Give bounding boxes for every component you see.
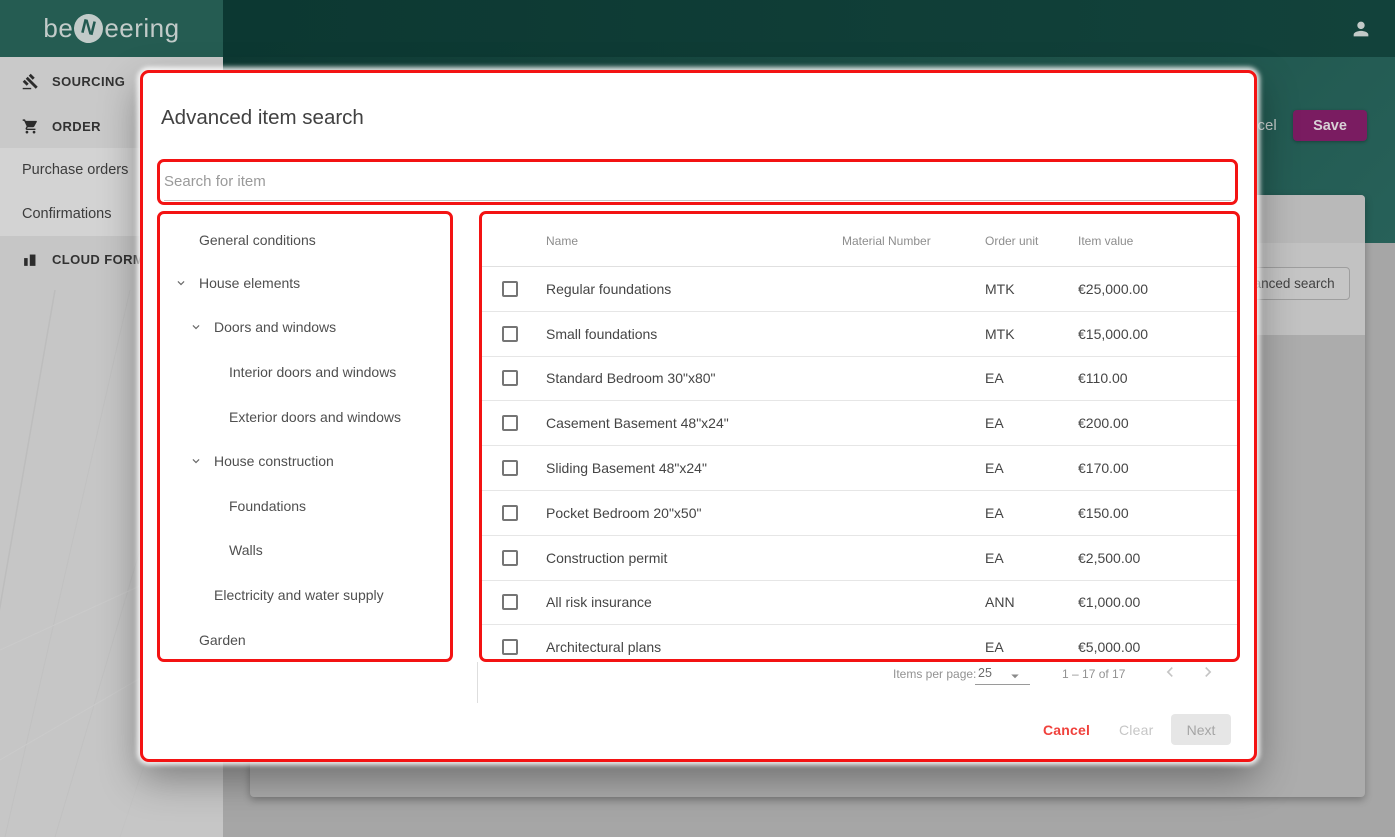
- search-input[interactable]: [164, 162, 1231, 201]
- dialog-title: Advanced item search: [161, 106, 364, 129]
- row-checkbox[interactable]: [502, 549, 518, 566]
- cancel-button[interactable]: Cancel: [1043, 722, 1090, 738]
- gavel-icon: [22, 73, 39, 90]
- sidebar-item-label: CLOUD FORMS: [52, 251, 154, 267]
- items-per-page-select[interactable]: 25: [978, 666, 992, 680]
- row-checkbox[interactable]: [502, 460, 518, 477]
- table-row[interactable]: Regular foundations MTK €25,000.00: [482, 267, 1237, 312]
- row-checkbox[interactable]: [502, 280, 518, 297]
- column-header-material-number: Material Number: [842, 234, 931, 248]
- chevron-down-icon[interactable]: [174, 276, 188, 290]
- save-button-label: Save: [1313, 117, 1347, 134]
- column-header-name: Name: [546, 234, 579, 248]
- tree-item-walls[interactable]: Walls: [160, 540, 450, 560]
- sidebar-item-purchase-orders[interactable]: Purchase orders: [22, 160, 128, 180]
- table-row[interactable]: Casement Basement 48"x24" EA €200.00: [482, 401, 1237, 447]
- tree-item-general-conditions[interactable]: General conditions: [160, 230, 450, 250]
- row-checkbox[interactable]: [502, 639, 518, 656]
- top-header-bar: be N eering: [0, 0, 1395, 57]
- app-root: be N eering SOURCING ORDER Purchase orde…: [0, 0, 1395, 837]
- save-button[interactable]: Save: [1293, 110, 1367, 141]
- advanced-item-search-dialog: Advanced item search General conditions …: [140, 70, 1257, 762]
- column-header-item-value: Item value: [1078, 234, 1134, 248]
- category-tree: General conditions House elements Doors …: [157, 211, 453, 662]
- logo-text-prefix: be: [43, 13, 74, 43]
- items-table: Name Material Number Order unit Item val…: [479, 211, 1240, 662]
- user-avatar-icon[interactable]: [1350, 18, 1372, 40]
- row-checkbox[interactable]: [502, 370, 518, 387]
- row-checkbox[interactable]: [502, 415, 518, 432]
- tree-item-electricity-water[interactable]: Electricity and water supply: [160, 585, 450, 605]
- sidebar-item-label: SOURCING: [52, 73, 126, 89]
- row-checkbox[interactable]: [502, 325, 518, 342]
- clear-button[interactable]: Clear: [1119, 722, 1153, 738]
- table-row[interactable]: Sliding Basement 48"x24" EA €170.00: [482, 446, 1237, 491]
- logo-block: be N eering: [0, 0, 223, 57]
- table-row[interactable]: All risk insurance ANN €1,000.00: [482, 581, 1237, 626]
- item-search-box: [157, 159, 1238, 205]
- next-button[interactable]: Next: [1171, 714, 1231, 745]
- cart-icon: [22, 118, 39, 135]
- logo-text-suffix: eering: [104, 13, 180, 43]
- tree-item-house-construction[interactable]: House construction: [160, 451, 450, 471]
- table-row[interactable]: Standard Bedroom 30"x80" EA €110.00: [482, 357, 1237, 402]
- items-per-page-label: Items per page:: [893, 667, 977, 681]
- panel-divider: [477, 662, 478, 703]
- next-button-label: Next: [1186, 721, 1216, 738]
- tree-item-interior-doors[interactable]: Interior doors and windows: [160, 362, 450, 382]
- tree-item-garden[interactable]: Garden: [160, 630, 450, 650]
- tree-item-doors-and-windows[interactable]: Doors and windows: [160, 317, 450, 337]
- logo-n-badge: N: [71, 10, 107, 47]
- sidebar-item-cloud-forms[interactable]: CLOUD FORMS: [22, 249, 153, 269]
- tree-item-foundations[interactable]: Foundations: [160, 496, 450, 516]
- sidebar-item-label: Purchase orders: [22, 162, 129, 178]
- select-underline: [975, 684, 1030, 685]
- table-header-row: Name Material Number Order unit Item val…: [482, 214, 1237, 267]
- row-checkbox[interactable]: [502, 594, 518, 611]
- row-checkbox[interactable]: [502, 504, 518, 521]
- next-page-button[interactable]: [1198, 662, 1218, 682]
- sidebar-item-sourcing[interactable]: SOURCING: [22, 71, 125, 91]
- tree-item-house-elements[interactable]: House elements: [160, 273, 450, 293]
- beneering-logo: be N eering: [43, 10, 180, 47]
- paginator-range-label: 1 – 17 of 17: [1062, 667, 1126, 681]
- table-row[interactable]: Pocket Bedroom 20"x50" EA €150.00: [482, 491, 1237, 536]
- previous-page-button[interactable]: [1160, 662, 1180, 682]
- sidebar-item-label: ORDER: [52, 118, 101, 134]
- table-row[interactable]: Construction permit EA €2,500.00: [482, 536, 1237, 581]
- chevron-down-icon[interactable]: [189, 454, 203, 468]
- sidebar-item-order[interactable]: ORDER: [22, 116, 101, 136]
- table-row[interactable]: Small foundations MTK €15,000.00: [482, 312, 1237, 357]
- chart-icon: [22, 251, 39, 268]
- dropdown-arrow-icon[interactable]: [1006, 667, 1024, 685]
- chevron-down-icon[interactable]: [189, 320, 203, 334]
- sidebar-item-label: Confirmations: [22, 206, 112, 222]
- table-row[interactable]: Architectural plans EA €5,000.00: [482, 625, 1237, 659]
- tree-item-exterior-doors[interactable]: Exterior doors and windows: [160, 407, 450, 427]
- column-header-order-unit: Order unit: [985, 234, 1039, 248]
- sidebar-item-confirmations[interactable]: Confirmations: [22, 204, 111, 224]
